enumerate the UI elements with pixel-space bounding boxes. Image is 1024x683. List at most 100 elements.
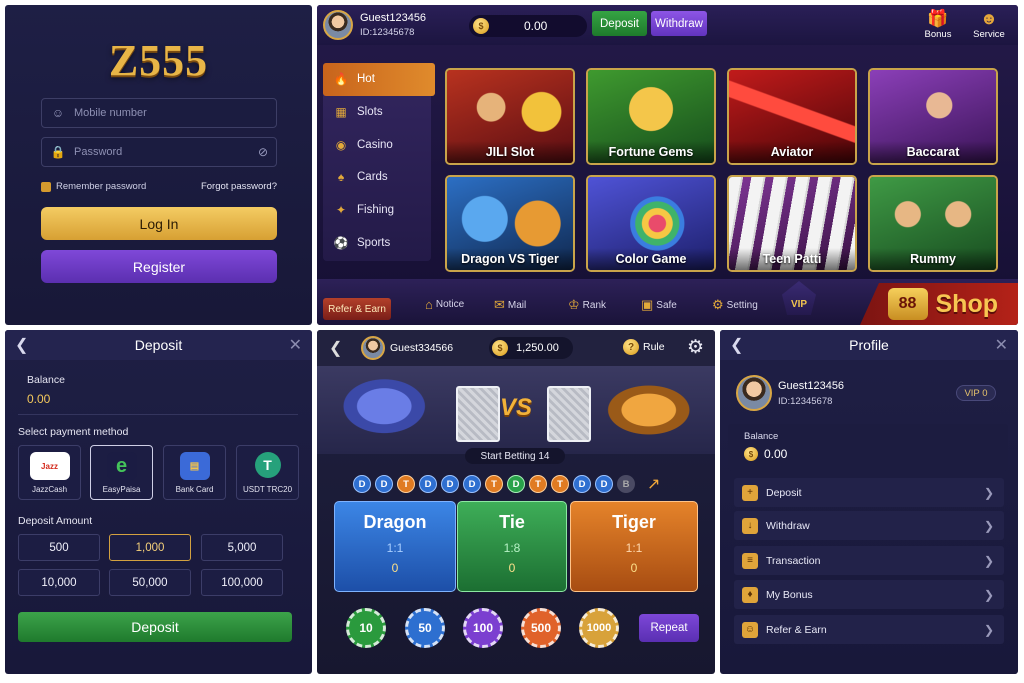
dragon-tiger-panel: ❮ Guest334566 $ 1,250.00 ? Rule ⚙ VS Sta… [317, 330, 715, 674]
method-label: USDT TRC20 [242, 485, 293, 494]
setting-label: Setting [726, 299, 758, 311]
mobile-number-input[interactable]: ☺ Mobile number [41, 98, 277, 128]
game-tile-jili-slot[interactable]: JILI Slot [445, 68, 575, 165]
road-tiger: T [397, 475, 415, 493]
back-icon[interactable]: ❮ [730, 335, 743, 355]
amount-option[interactable]: 500 [18, 534, 100, 561]
category-sports[interactable]: ⚽ Sports [323, 226, 431, 259]
close-icon[interactable]: ✕ [289, 335, 302, 355]
refer-earn-button[interactable]: Refer & Earn [323, 298, 391, 320]
register-button[interactable]: Register [41, 250, 277, 283]
remember-password-checkbox[interactable]: Remember password [41, 181, 146, 192]
amount-option[interactable]: 5,000 [201, 534, 283, 561]
shop-button[interactable]: 88 Shop [860, 283, 1018, 325]
road-dragon: D [595, 475, 613, 493]
chip-50[interactable]: 50 [405, 608, 445, 648]
amount-option[interactable]: 100,000 [201, 569, 283, 596]
chevron-right-icon: ❯ [983, 587, 994, 602]
menu-refer-earn[interactable]: ☺ Refer & Earn ❯ [734, 615, 1004, 644]
category-fishing[interactable]: ✦ Fishing [323, 194, 431, 227]
method-label: EasyPaisa [102, 485, 141, 494]
mail-button[interactable]: ✉ Mail [494, 297, 526, 313]
menu-label: Withdraw [766, 519, 810, 532]
repeat-button[interactable]: Repeat [639, 614, 699, 642]
menu-label: Refer & Earn [766, 623, 827, 636]
menu-my-bonus[interactable]: ♦ My Bonus ❯ [734, 580, 1004, 609]
notice-button[interactable]: ⌂ Notice [425, 297, 464, 312]
back-icon[interactable]: ❮ [329, 338, 342, 358]
coin-icon: $ [492, 340, 508, 356]
bet-tiger[interactable]: Tiger 1:1 0 [570, 501, 698, 592]
profile-name: Guest123456 [778, 380, 845, 392]
method-easypaisa[interactable]: e EasyPaisa [90, 445, 153, 500]
rank-button[interactable]: ♔ Rank [568, 297, 606, 313]
game-tile-aviator[interactable]: Aviator [727, 68, 857, 165]
deposit-submit-button[interactable]: Deposit [18, 612, 292, 642]
game-tile-teen-patti[interactable]: Teen Patti [727, 175, 857, 272]
safe-button[interactable]: ▣ Safe [641, 297, 677, 313]
method-bank-card[interactable]: ▤ Bank Card [163, 445, 226, 500]
amount-option[interactable]: 10,000 [18, 569, 100, 596]
chip-1000[interactable]: 1000 [579, 608, 619, 648]
rule-button[interactable]: ? Rule [623, 339, 665, 355]
trend-icon[interactable]: ↗ [647, 474, 660, 494]
rule-label: Rule [643, 341, 665, 353]
amount-option-selected[interactable]: 1,000 [109, 534, 191, 561]
deposit-panel: ❮ Deposit ✕ Balance 0.00 Select payment … [5, 330, 312, 674]
category-sidebar: 🔥 Hot ▦ Slots ◉ Casino ♠ Cards ✦ Fishing ⚽ Spo… [323, 63, 435, 261]
category-cards[interactable]: ♠ Cards [323, 161, 431, 194]
category-hot[interactable]: 🔥 Hot [323, 63, 435, 96]
category-label: Sports [357, 236, 391, 249]
menu-transaction[interactable]: ≡ Transaction ❯ [734, 546, 1004, 575]
bet-amount: 0 [508, 561, 516, 575]
bonus-icon: ♦ [742, 586, 758, 603]
method-label: JazzCash [31, 485, 68, 494]
setting-button[interactable]: ⚙ Setting [712, 297, 758, 313]
bonus-button[interactable]: 🎁 Bonus [918, 9, 958, 40]
chip-10[interactable]: 10 [346, 608, 386, 648]
method-usdt[interactable]: T USDT TRC20 [236, 445, 299, 500]
withdraw-button[interactable]: Withdraw [651, 11, 707, 36]
game-tile-color-game[interactable]: Color Game [586, 175, 716, 272]
profile-title: Profile [849, 337, 889, 353]
bet-odds: 1:8 [503, 541, 521, 555]
method-jazzcash[interactable]: Jazz JazzCash [18, 445, 81, 500]
category-label: Cards [357, 171, 388, 184]
game-tile-baccarat[interactable]: Baccarat [868, 68, 998, 165]
back-icon[interactable]: ❮ [15, 335, 28, 355]
game-tile-dragon-vs-tiger[interactable]: Dragon VS Tiger [445, 175, 575, 272]
bet-tie[interactable]: Tie 1:8 0 [457, 501, 567, 592]
avatar[interactable] [323, 10, 353, 40]
game-balance-box: $ 1,250.00 [489, 337, 573, 359]
profile-avatar[interactable] [736, 375, 772, 411]
bet-name: Dragon [363, 512, 427, 532]
chip-500[interactable]: 500 [521, 608, 561, 648]
app-logo: Z555 [108, 36, 209, 85]
profile-balance-card: Balance $ 0.00 [728, 424, 1008, 471]
password-input[interactable]: 🔒 Password ⊘ [41, 137, 277, 167]
avatar[interactable] [361, 336, 385, 360]
login-button[interactable]: Log In [41, 207, 277, 240]
service-button[interactable]: ☻ Service [969, 9, 1009, 40]
close-icon[interactable]: ✕ [995, 335, 1008, 355]
category-casino[interactable]: ◉ Casino [323, 128, 431, 161]
fire-icon: 🔥 [333, 72, 349, 87]
game-tile-rummy[interactable]: Rummy [868, 175, 998, 272]
game-tile-fortune-gems[interactable]: Fortune Gems [586, 68, 716, 165]
amount-option[interactable]: 50,000 [109, 569, 191, 596]
eye-hidden-icon[interactable]: ⊘ [258, 145, 268, 159]
deposit-button[interactable]: Deposit [592, 11, 647, 36]
lobby-topbar: Guest123456 ID:12345678 $ 0.00 Deposit W… [317, 5, 1018, 45]
menu-deposit[interactable]: + Deposit ❯ [734, 478, 1004, 507]
gear-icon[interactable]: ⚙ [687, 336, 704, 359]
bet-dragon[interactable]: Dragon 1:1 0 [334, 501, 456, 592]
coin-icon: $ [744, 447, 758, 461]
category-slots[interactable]: ▦ Slots [323, 96, 431, 129]
result-road: D D T D D D T D T T D D B ↗ [353, 474, 660, 494]
vip-badge: VIP 0 [956, 385, 996, 401]
game-header: ❮ Guest334566 $ 1,250.00 ? Rule ⚙ [317, 330, 715, 366]
forgot-password-link[interactable]: Forgot password? [201, 181, 277, 192]
chip-100[interactable]: 100 [463, 608, 503, 648]
menu-withdraw[interactable]: ↓ Withdraw ❯ [734, 511, 1004, 540]
vip-button[interactable]: VIP [782, 281, 816, 315]
